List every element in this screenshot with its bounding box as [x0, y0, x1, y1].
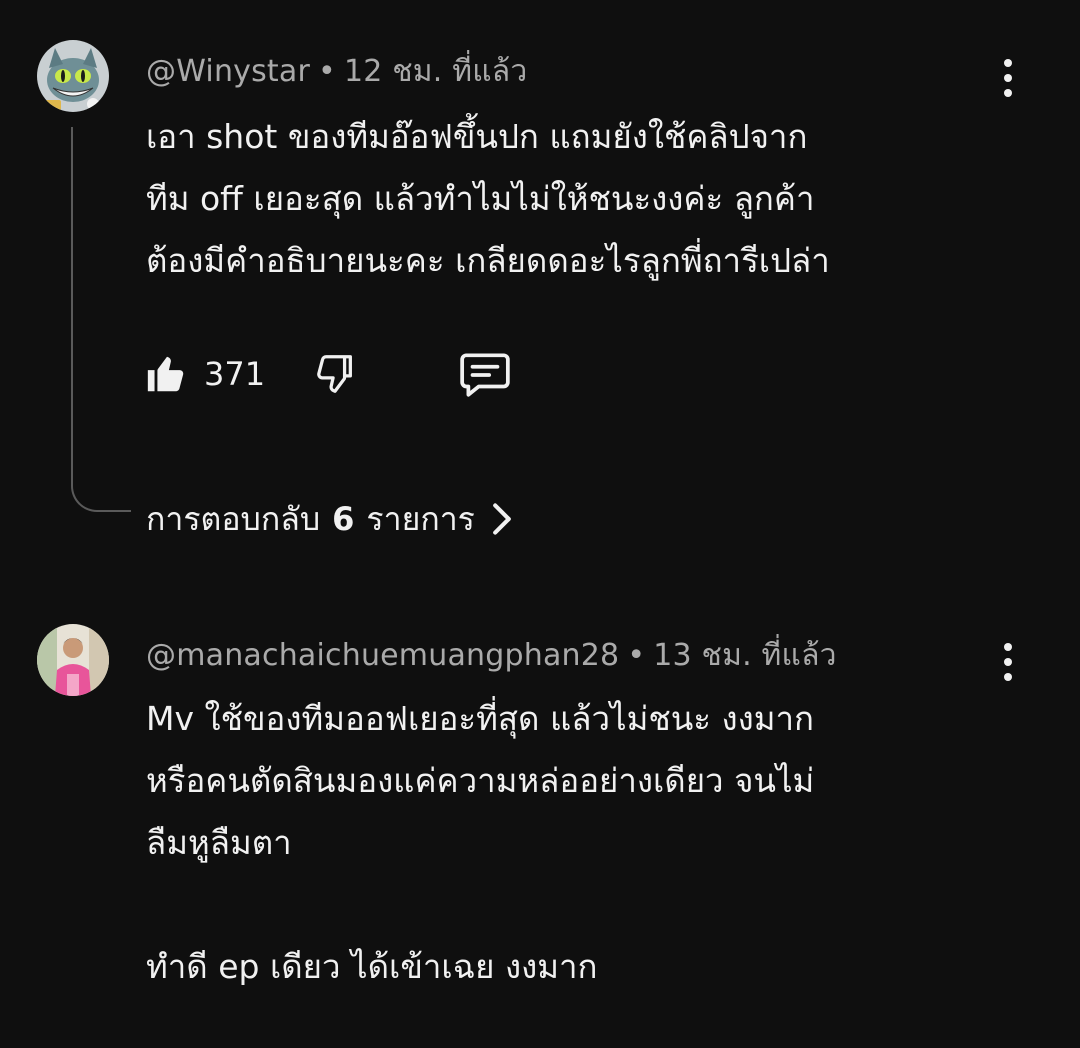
author-name[interactable]: @Winystar — [146, 54, 310, 89]
replies-label-prefix: การตอบกลับ — [146, 499, 321, 538]
comment-timestamp: 12 ชม. ที่แล้ว — [343, 54, 528, 89]
view-replies-button[interactable]: การตอบกลับ 6 รายการ — [146, 494, 513, 544]
thumbs-down-icon — [317, 355, 352, 393]
more-options-button[interactable] — [988, 50, 1028, 106]
replies-label-suffix: รายการ — [366, 499, 475, 538]
more-vertical-icon-dot — [1004, 89, 1012, 97]
reply-thread-line — [71, 127, 131, 512]
comment-actions: 371 — [144, 344, 544, 404]
more-vertical-icon-dot — [1004, 643, 1012, 651]
comment-meta: @manachaichuemuangphan28 • 13 ชม. ที่แล้ว — [146, 632, 837, 679]
author-name[interactable]: @manachaichuemuangphan28 — [146, 638, 619, 673]
thumbs-up-icon — [147, 356, 184, 392]
comment-text: เอา shot ของทีมอ๊อฟขึ้นปก แถมยังใช้คลิปจ… — [146, 117, 830, 280]
comment-item: @manachaichuemuangphan28 • 13 ชม. ที่แล้ว … — [0, 560, 1080, 1048]
more-vertical-icon-dot — [1004, 74, 1012, 82]
more-vertical-icon-dot — [1004, 658, 1012, 666]
comment-meta: @Winystar • 12 ชม. ที่แล้ว — [146, 48, 527, 95]
like-button[interactable]: 371 — [144, 344, 265, 404]
comment-item: @Winystar • 12 ชม. ที่แล้ว เอา shot ของทีม… — [0, 0, 1080, 560]
comment-text: Mv ใช้ของทีมออฟเยอะที่สุด แล้วไม่ชนะ งงม… — [146, 699, 815, 986]
meta-separator: • — [318, 54, 336, 89]
reply-button[interactable] — [458, 344, 512, 404]
dislike-button[interactable] — [312, 344, 358, 404]
more-options-button[interactable] — [988, 634, 1028, 690]
person-avatar-icon — [37, 624, 109, 696]
comment-bubble-icon — [460, 353, 510, 397]
more-vertical-icon-dot — [1004, 59, 1012, 67]
author-avatar[interactable] — [37, 40, 109, 112]
like-count: 371 — [204, 355, 266, 393]
replies-count: 6 — [332, 500, 355, 538]
more-vertical-icon-dot — [1004, 673, 1012, 681]
comment-timestamp: 13 ชม. ที่แล้ว — [653, 638, 837, 673]
cheshire-cat-avatar-icon — [37, 40, 109, 112]
chevron-right-icon — [491, 502, 513, 536]
author-avatar[interactable] — [37, 624, 109, 696]
meta-separator: • — [627, 638, 646, 673]
